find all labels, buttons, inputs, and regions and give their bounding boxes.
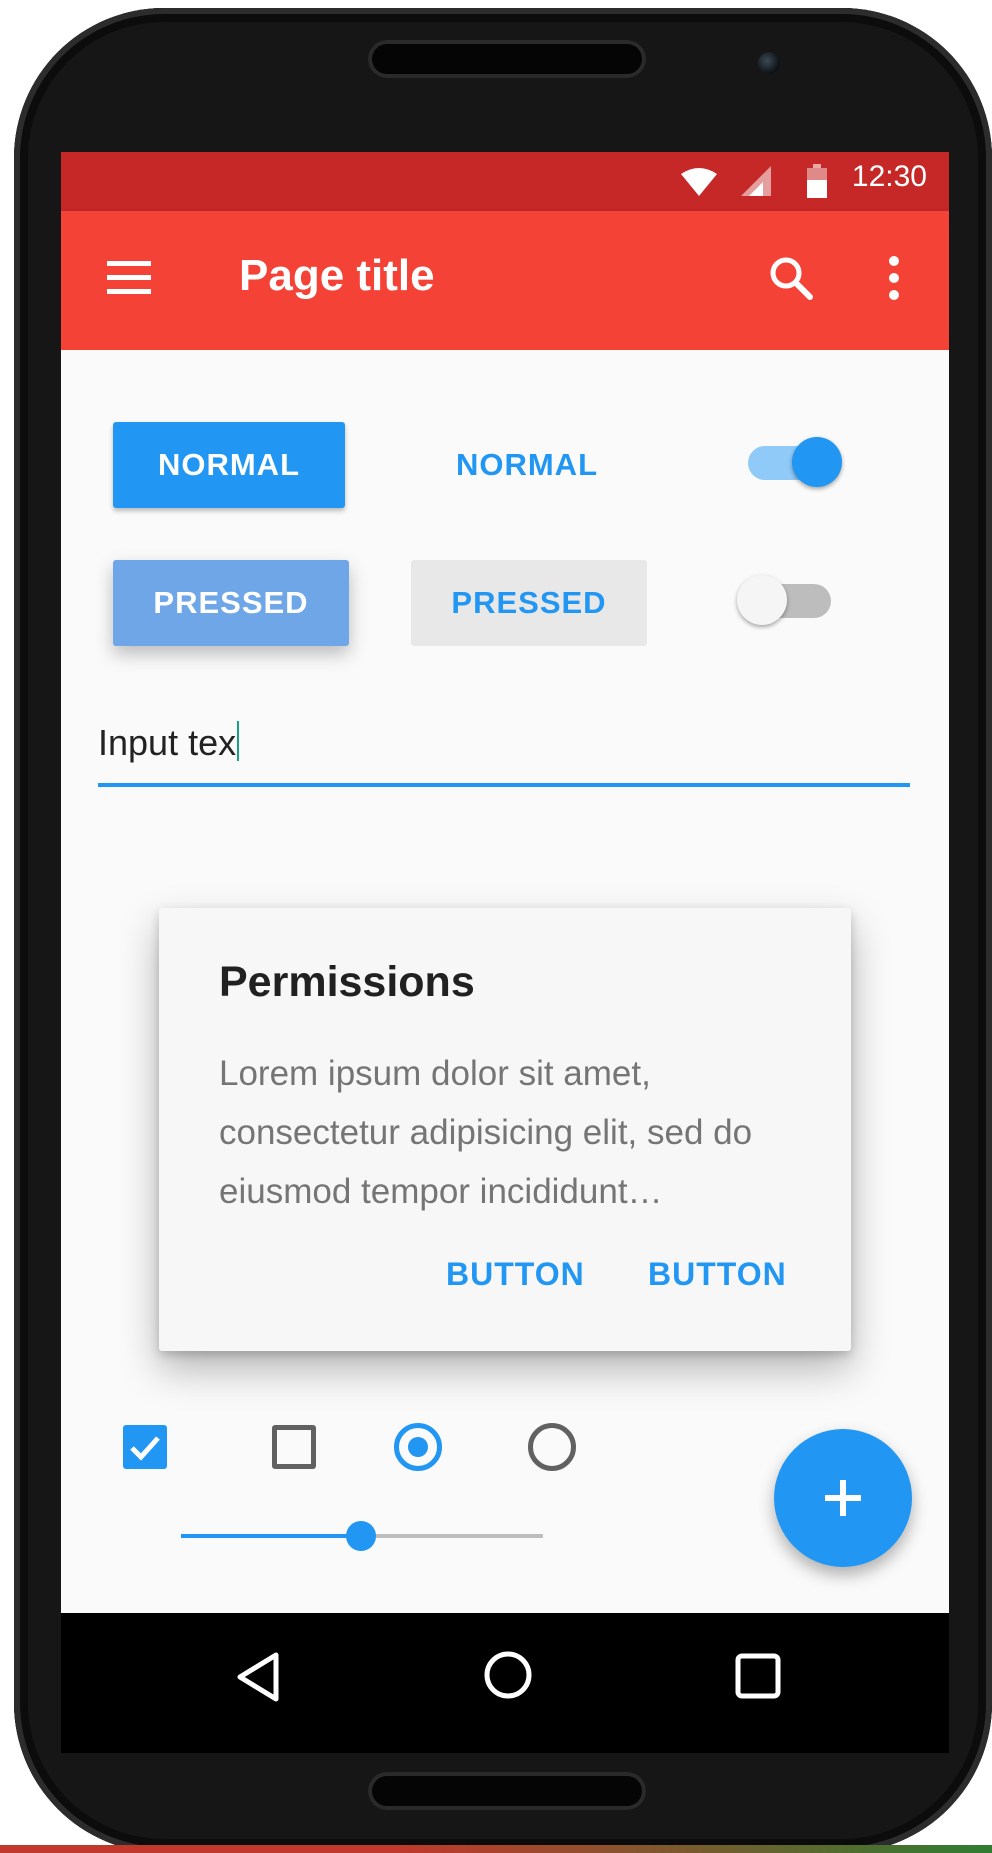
recents-icon[interactable]: [734, 1652, 782, 1705]
dialog-title: Permissions: [219, 958, 475, 1006]
more-vert-icon[interactable]: [887, 255, 901, 306]
front-camera: [758, 52, 780, 74]
switch-on[interactable]: [748, 437, 842, 487]
page-title: Page title: [239, 251, 435, 300]
dialog-button-2[interactable]: BUTTON: [648, 1256, 787, 1293]
back-icon[interactable]: [234, 1651, 282, 1708]
app-bar: Page title: [61, 211, 949, 350]
radio-unselected[interactable]: [528, 1423, 576, 1471]
status-time: 12:30: [851, 160, 927, 193]
background-strip: [0, 1845, 992, 1853]
menu-icon[interactable]: [107, 261, 151, 300]
radio-selected[interactable]: [394, 1423, 442, 1471]
plus-icon: [825, 1480, 861, 1516]
cell-signal-icon: [741, 166, 771, 201]
dialog-body: Lorem ipsum dolor sit amet, consectetur …: [219, 1054, 753, 1211]
slider-track-inactive: [364, 1534, 543, 1538]
search-icon[interactable]: [768, 255, 814, 306]
text-field-value: Input tex: [98, 721, 240, 764]
slider-thumb[interactable]: [346, 1521, 376, 1551]
bottom-speaker: [368, 1772, 646, 1810]
permissions-dialog: Permissions Lorem ipsum dolor sit amet, …: [159, 908, 851, 1351]
switch-off[interactable]: [737, 575, 831, 625]
flat-button-pressed[interactable]: PRESSED: [411, 560, 647, 646]
status-bar: 12:30: [61, 152, 949, 211]
text-caret: [237, 721, 240, 761]
slider-track-active: [181, 1534, 364, 1538]
checkbox-checked[interactable]: [123, 1425, 167, 1469]
radio-dot: [408, 1437, 428, 1457]
text-field[interactable]: Input tex: [98, 707, 910, 787]
screen: 12:30 Page title NORMAL NORMAL PRESSED P…: [61, 152, 949, 1613]
content-area: NORMAL NORMAL PRESSED PRESSED Input tex …: [61, 350, 949, 1613]
flat-button-normal[interactable]: NORMAL: [409, 422, 645, 508]
top-speaker: [368, 40, 646, 78]
wifi-icon: [681, 168, 717, 201]
navigation-bar: [61, 1613, 949, 1753]
switch-thumb: [792, 437, 842, 487]
text-field-underline: [98, 783, 910, 787]
home-icon[interactable]: [482, 1649, 534, 1706]
battery-icon: [807, 164, 827, 203]
check-icon: [130, 1436, 160, 1461]
add-fab[interactable]: [774, 1429, 912, 1567]
switch-thumb: [737, 575, 787, 625]
raised-button-pressed[interactable]: PRESSED: [113, 560, 349, 646]
checkbox-unchecked[interactable]: [272, 1425, 316, 1469]
dialog-button-1[interactable]: BUTTON: [446, 1256, 585, 1293]
raised-button-normal[interactable]: NORMAL: [113, 422, 345, 508]
